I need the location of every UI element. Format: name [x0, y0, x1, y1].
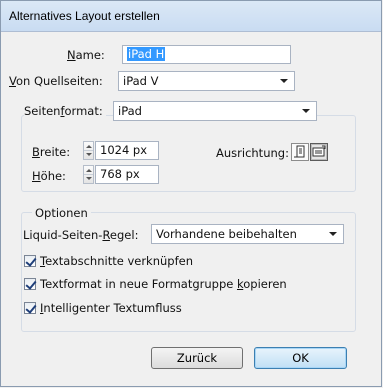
stepper-down-icon[interactable]: [86, 177, 92, 180]
landscape-icon[interactable]: [310, 143, 328, 161]
ok-button[interactable]: OK: [254, 347, 347, 369]
copy-styles-label: Textformat in neue Formatgruppe kopieren: [40, 277, 287, 291]
portrait-icon[interactable]: [291, 143, 309, 161]
smart-reflow-checkbox[interactable]: [24, 302, 37, 314]
height-label: Höhe:: [32, 169, 66, 183]
dialog-window: Alternatives Layout erstellen Name: iPad…: [0, 0, 382, 387]
copy-styles-checkbox[interactable]: [24, 278, 37, 290]
check-icon: [25, 302, 37, 314]
chevron-down-icon: [280, 79, 288, 83]
stepper-up-icon[interactable]: [86, 145, 92, 148]
link-stories-checkbox[interactable]: [24, 255, 37, 267]
name-input[interactable]: iPad H: [122, 45, 291, 64]
width-stepper[interactable]: [83, 141, 94, 160]
smart-reflow-label: Intelligenter Textumfluss: [40, 301, 182, 315]
liquid-rule-select[interactable]: Vorhandene beibehalten: [151, 224, 344, 244]
source-pages-select[interactable]: iPad V: [118, 71, 295, 91]
orientation-label: Ausrichtung:: [216, 146, 289, 160]
back-button[interactable]: Zurück: [151, 347, 243, 369]
options-label: Optionen: [32, 206, 91, 220]
height-stepper[interactable]: [83, 165, 94, 184]
check-icon: [25, 255, 37, 267]
stepper-up-icon[interactable]: [86, 169, 92, 172]
page-format-select[interactable]: iPad: [113, 101, 317, 121]
chevron-down-icon: [329, 232, 337, 236]
stepper-down-icon[interactable]: [86, 153, 92, 156]
chevron-down-icon: [302, 109, 310, 113]
name-label: Name:: [67, 48, 105, 62]
height-input[interactable]: 768 px: [95, 165, 159, 184]
check-icon: [25, 278, 37, 290]
source-pages-label: Von Quellseiten:: [9, 74, 103, 88]
page-format-label: Seitenformat:: [24, 104, 106, 118]
liquid-rule-label: Liquid-Seiten-Regel:: [23, 228, 139, 242]
width-input[interactable]: 1024 px: [95, 141, 159, 160]
title-bar[interactable]: Alternatives Layout erstellen: [1, 1, 381, 32]
width-label: Breite:: [32, 145, 71, 159]
link-stories-label: Textabschnitte verknüpfen: [40, 254, 194, 268]
dialog-title: Alternatives Layout erstellen: [9, 9, 160, 23]
